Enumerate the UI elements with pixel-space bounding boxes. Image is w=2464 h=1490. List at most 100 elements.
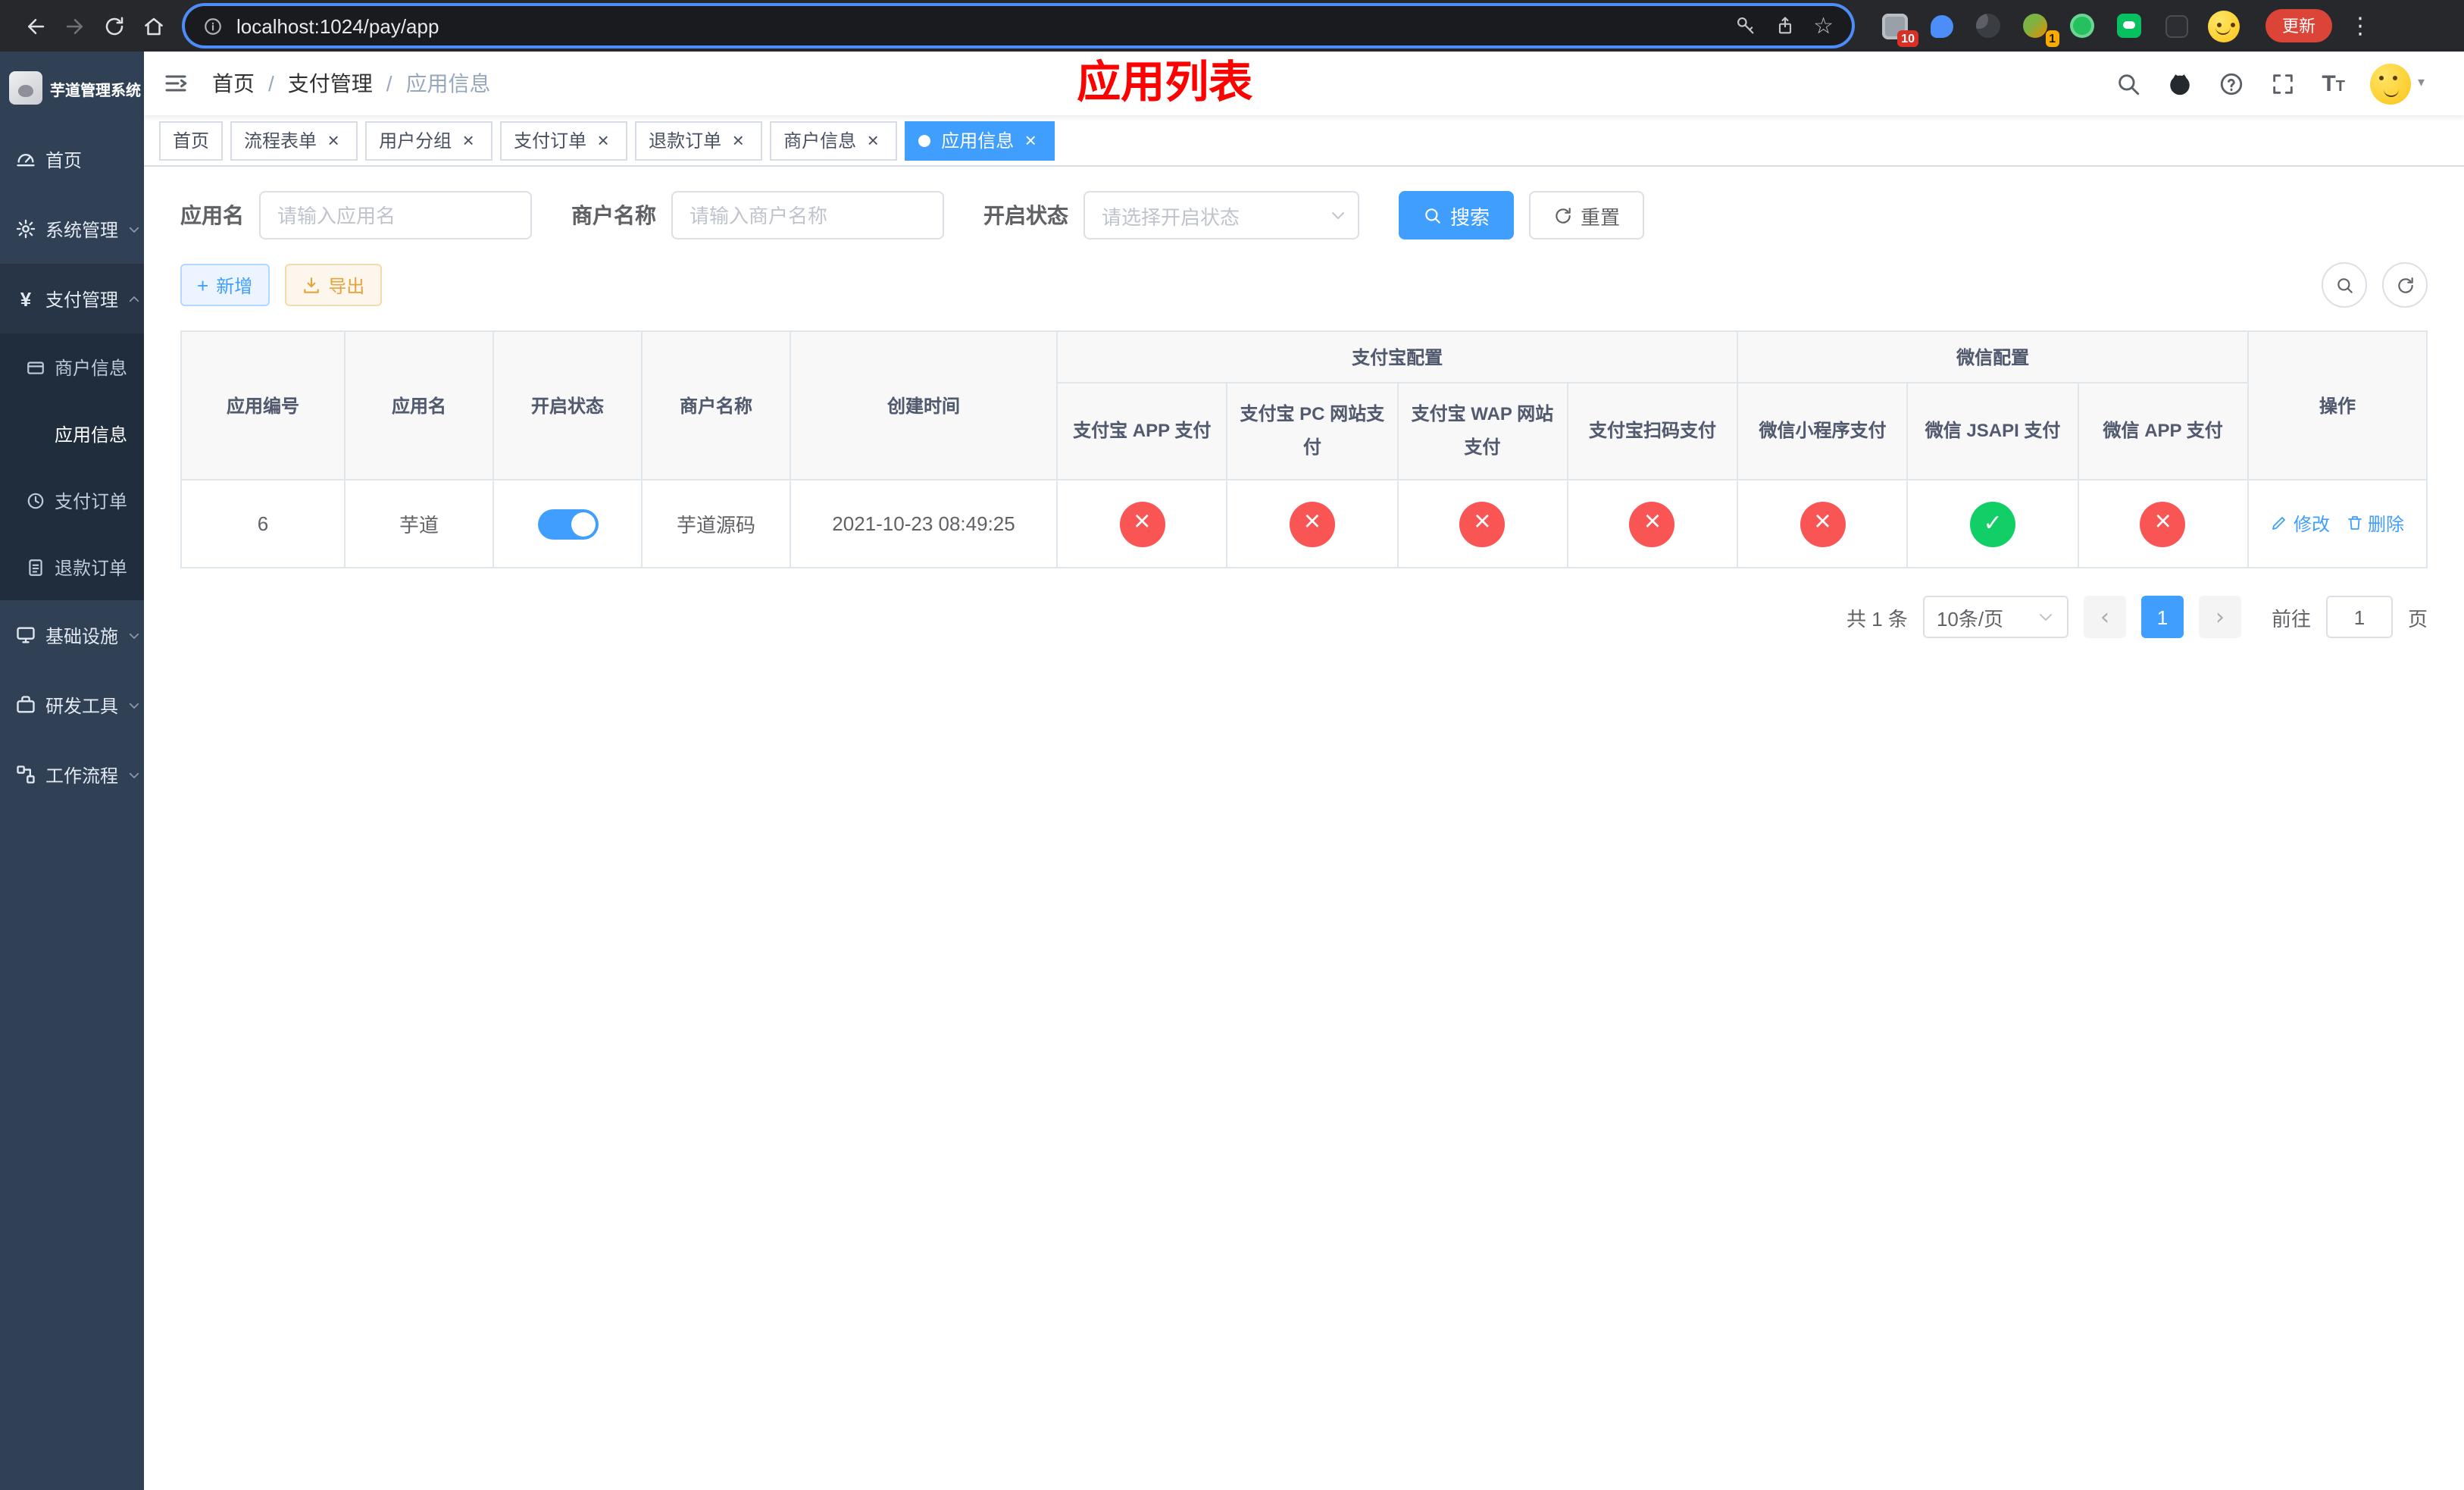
close-icon[interactable]: × (727, 130, 749, 151)
cell-wechat-mini (1737, 479, 1909, 568)
extension-icon-6[interactable] (2111, 8, 2147, 44)
cell-wechat-jsapi (1906, 479, 2079, 568)
alipay-wap-status-badge[interactable] (1459, 501, 1506, 546)
toggle-search-button[interactable] (2322, 262, 2367, 308)
sidebar-item-label: 商户信息 (55, 357, 128, 378)
github-icon (2170, 74, 2190, 95)
sidebar-item-workflow[interactable]: 工作流程 (0, 740, 144, 809)
extension-glyph (2165, 14, 2187, 37)
chevron-down-icon (1329, 206, 1347, 224)
extension-glyph (1930, 14, 1953, 37)
refresh-table-button[interactable] (2382, 262, 2428, 308)
extension-icon-7[interactable] (2158, 8, 2194, 44)
close-icon[interactable]: × (458, 130, 479, 151)
app-logo-row[interactable]: 芋道管理系统 (0, 52, 144, 124)
tab-merchant-info[interactable]: 商户信息 × (770, 121, 898, 160)
extension-icon-5[interactable] (2064, 8, 2100, 44)
sidebar-item-dev-tools[interactable]: 研发工具 (0, 670, 144, 740)
prev-page-button[interactable]: ‹ (2083, 596, 2126, 638)
sidebar-item-payment[interactable]: ¥ 支付管理 (0, 264, 144, 333)
clock-icon (27, 492, 44, 509)
add-button[interactable]: + 新增 (180, 264, 270, 306)
app-name-label: 应用名 (180, 203, 244, 227)
button-label: 导出 (328, 275, 365, 296)
close-icon[interactable]: × (862, 130, 883, 151)
avatar (2207, 10, 2239, 42)
browser-toolbar: localhost:1024/pay/app ☆ 10 1 更新 ⋮ (0, 0, 2464, 52)
tab-process-form[interactable]: 流程表单 × (230, 121, 358, 160)
wechat-mini-status-badge[interactable] (1800, 501, 1846, 546)
breadcrumb-item-home[interactable]: 首页 (212, 68, 255, 99)
close-icon[interactable]: × (323, 130, 344, 151)
tab-user-group[interactable]: 用户分组 × (365, 121, 493, 160)
search-button[interactable]: 搜索 (1399, 191, 1515, 239)
monitor-icon (17, 627, 35, 643)
tab-pay-orders[interactable]: 支付订单 × (500, 121, 628, 160)
status-select[interactable]: 请选择开启状态 (1083, 191, 1359, 239)
sidebar-item-home[interactable]: 首页 (0, 124, 144, 194)
button-label: 重置 (1581, 205, 1621, 228)
extension-icon-4[interactable]: 1 (2017, 8, 2059, 47)
extension-icon-1[interactable]: 10 (1876, 8, 1918, 47)
col-header-wechat-mini: 微信小程序支付 (1737, 382, 1909, 480)
home-button[interactable] (133, 6, 173, 45)
wechat-jsapi-status-badge[interactable] (1970, 501, 2016, 546)
help-button[interactable] (2219, 70, 2244, 96)
current-page-button[interactable]: 1 (2140, 596, 2184, 638)
status-toggle[interactable] (537, 509, 598, 539)
back-button[interactable] (15, 6, 55, 45)
extension-icon-2[interactable] (1923, 8, 1959, 44)
alipay-scan-status-badge[interactable] (1629, 501, 1675, 546)
sidebar-toggle-button[interactable] (162, 70, 189, 97)
edit-link[interactable]: 修改 (2271, 511, 2330, 537)
fullscreen-button[interactable] (2270, 70, 2296, 96)
header-search-button[interactable] (2115, 70, 2141, 96)
breadcrumb-item-payment[interactable]: 支付管理 (288, 68, 373, 99)
password-key-button[interactable] (1734, 15, 1756, 36)
site-info-icon[interactable] (203, 16, 223, 36)
github-button[interactable] (2167, 70, 2193, 96)
col-header-alipay-scan: 支付宝扫码支付 (1566, 382, 1739, 480)
sidebar-item-refund-orders[interactable]: 退款订单 (0, 534, 144, 600)
tab-home[interactable]: 首页 (159, 121, 224, 160)
export-button[interactable]: 导出 (284, 264, 382, 306)
reload-icon (105, 16, 123, 35)
sidebar-item-system[interactable]: 系统管理 (0, 194, 144, 264)
sidebar-item-merchant-info[interactable]: 商户信息 (0, 333, 144, 400)
next-page-button[interactable]: › (2198, 596, 2241, 638)
alipay-pc-status-badge[interactable] (1289, 501, 1335, 546)
extension-glyph (2023, 14, 2047, 38)
forward-icon (65, 18, 82, 33)
merchant-name-input[interactable] (671, 191, 944, 239)
browser-menu-button[interactable]: ⋮ (2344, 12, 2376, 39)
user-avatar-menu[interactable]: ▾ (2370, 63, 2425, 104)
address-bar[interactable]: localhost:1024/pay/app ☆ (185, 6, 1852, 45)
browser-profile-avatar[interactable] (2205, 8, 2241, 44)
extension-icon-3[interactable] (1970, 8, 2006, 44)
bookmark-star-button[interactable]: ☆ (1813, 14, 1834, 37)
font-size-button[interactable]: TT (2322, 72, 2345, 95)
status-label: 开启状态 (983, 203, 1068, 227)
forward-button[interactable] (55, 6, 94, 45)
alipay-app-status-badge[interactable] (1119, 501, 1165, 546)
close-icon[interactable]: × (593, 130, 614, 151)
goto-page-input[interactable] (2325, 596, 2393, 638)
browser-update-button[interactable]: 更新 (2265, 9, 2332, 42)
tab-refund-orders[interactable]: 退款订单 × (635, 121, 763, 160)
refresh-icon (2397, 277, 2412, 293)
delete-link[interactable]: 删除 (2345, 511, 2404, 537)
close-icon[interactable]: × (1020, 130, 1041, 151)
sidebar-item-app-info[interactable]: 应用信息 (0, 400, 144, 467)
app-name-input[interactable] (259, 191, 532, 239)
wechat-app-status-badge[interactable] (2140, 501, 2186, 546)
reset-button[interactable]: 重置 (1529, 191, 1645, 239)
sidebar-item-label: 系统管理 (45, 219, 119, 240)
tab-app-info[interactable]: 应用信息 × (905, 121, 1055, 160)
cell-alipay-wap (1396, 479, 1568, 568)
sidebar-item-infrastructure[interactable]: 基础设施 (0, 600, 144, 670)
reload-button[interactable] (94, 6, 133, 45)
bank-card-icon (27, 361, 44, 374)
sidebar-item-pay-orders[interactable]: 支付订单 (0, 467, 144, 534)
share-button[interactable] (1774, 15, 1795, 36)
page-size-select[interactable]: 10条/页 (1922, 596, 2068, 638)
